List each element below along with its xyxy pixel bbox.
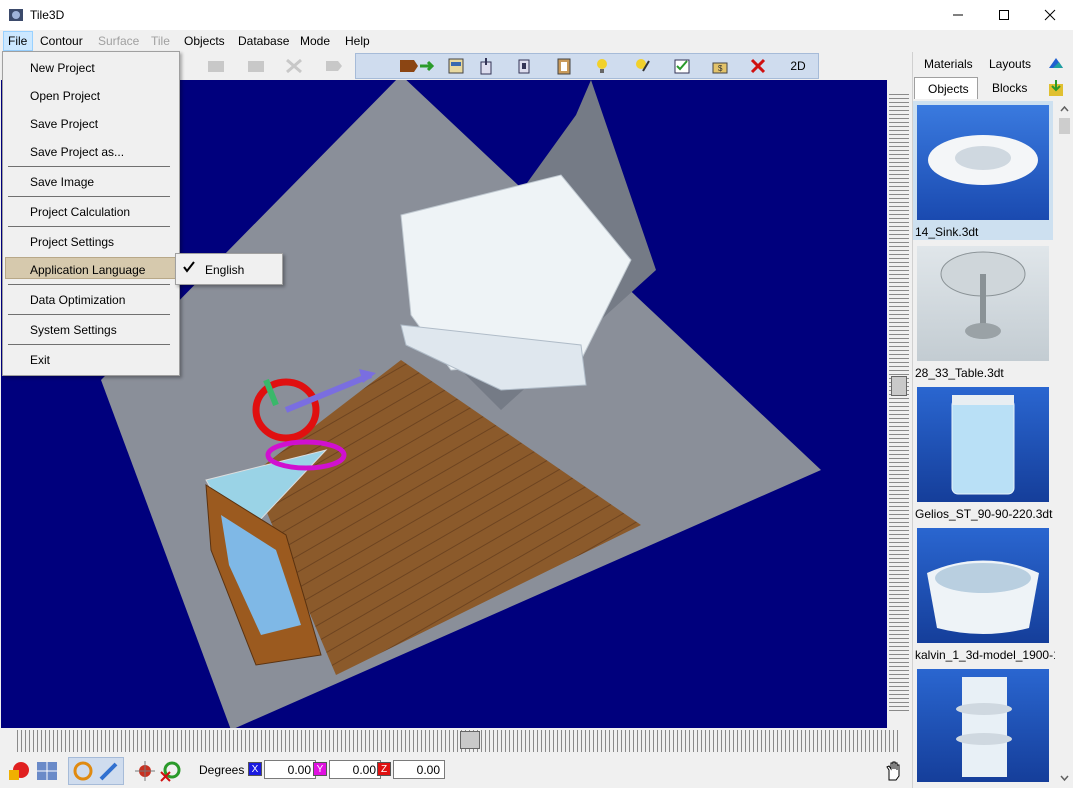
- menu-item-save-project-as[interactable]: Save Project as...: [30, 145, 124, 159]
- tool-disabled-1-icon[interactable]: [200, 53, 232, 79]
- chevron-down-icon[interactable]: [1059, 772, 1070, 784]
- object-thumb-table[interactable]: [917, 246, 1049, 361]
- tool-disabled-2-icon[interactable]: [240, 53, 272, 79]
- checklist-icon[interactable]: [666, 53, 698, 79]
- menu-separator: [8, 284, 170, 285]
- clipboard-icon[interactable]: [548, 53, 580, 79]
- menu-surface[interactable]: Surface: [98, 34, 139, 48]
- object-up-icon[interactable]: [470, 53, 502, 79]
- menu-objects[interactable]: Objects: [184, 34, 225, 48]
- tool-disabled-3-icon[interactable]: [318, 53, 350, 79]
- degrees-label: Degrees: [199, 763, 245, 777]
- menu-item-save-image[interactable]: Save Image: [30, 175, 94, 189]
- horizontal-slider[interactable]: [14, 730, 899, 752]
- tab-objects[interactable]: Objects: [928, 82, 969, 96]
- object-thumb-bathtub[interactable]: [917, 528, 1049, 643]
- import-icon[interactable]: [1045, 78, 1067, 98]
- hand-pan-icon[interactable]: [882, 758, 908, 784]
- menu-item-new-project[interactable]: New Project: [30, 61, 95, 75]
- menu-item-project-settings[interactable]: Project Settings: [30, 235, 114, 249]
- menu-separator: [8, 344, 170, 345]
- menu-item-save-project[interactable]: Save Project: [30, 117, 98, 131]
- close-button[interactable]: [1027, 0, 1073, 30]
- menu-help[interactable]: Help: [345, 34, 370, 48]
- delete-icon[interactable]: [742, 53, 774, 79]
- export-arrow-icon[interactable]: [396, 53, 440, 79]
- menu-item-system-settings[interactable]: System Settings: [30, 323, 117, 337]
- menu-separator: [8, 314, 170, 315]
- menu-separator: [8, 226, 170, 227]
- menu-file[interactable]: File: [8, 34, 27, 48]
- grid-icon[interactable]: [34, 758, 60, 784]
- title-bar: Tile3D: [0, 0, 1073, 30]
- menu-database[interactable]: Database: [238, 34, 289, 48]
- price-icon[interactable]: $: [704, 53, 736, 79]
- object-caption: 28_33_Table.3dt: [915, 366, 1004, 380]
- target-icon[interactable]: [132, 758, 158, 784]
- checkmark-icon: [182, 260, 196, 274]
- light-edit-icon[interactable]: [626, 53, 658, 79]
- object-caption: Gelios_ST_90-90-220.3dt: [915, 507, 1053, 521]
- object-thumb-shower[interactable]: [917, 387, 1049, 502]
- x-degrees-input[interactable]: 0.00: [264, 760, 316, 779]
- x-axis-badge: X: [248, 762, 262, 776]
- reset-icon[interactable]: [158, 758, 184, 784]
- svg-text:$: $: [718, 64, 723, 73]
- language-english[interactable]: English: [205, 263, 244, 277]
- menu-item-exit[interactable]: Exit: [30, 353, 50, 367]
- light-bulb-icon[interactable]: [586, 53, 618, 79]
- rotate-tool-icon[interactable]: [70, 758, 96, 784]
- menu-item-open-project[interactable]: Open Project: [30, 89, 100, 103]
- object-thumb-shower-corner[interactable]: [917, 669, 1049, 782]
- menu-contour[interactable]: Contour: [40, 34, 83, 48]
- app-icon: [9, 9, 23, 21]
- menu-item-data-optimization[interactable]: Data Optimization: [30, 293, 125, 307]
- maximize-button[interactable]: [981, 0, 1027, 30]
- vertical-scrollbar[interactable]: [889, 94, 909, 714]
- view-2d-button[interactable]: 2D: [782, 53, 814, 79]
- tab-layouts[interactable]: Layouts: [989, 57, 1031, 71]
- 3d-view-icon[interactable]: [1045, 54, 1067, 74]
- menu-item-project-calculation[interactable]: Project Calculation: [30, 205, 130, 219]
- menu-separator: [8, 196, 170, 197]
- tool-disabled-delete-icon[interactable]: [278, 53, 310, 79]
- menu-tile[interactable]: Tile: [151, 34, 170, 48]
- object-caption: 14_Sink.3dt: [915, 225, 979, 239]
- window-title: Tile3D: [30, 8, 65, 22]
- menu-separator: [8, 166, 170, 167]
- horizontal-slider-thumb[interactable]: [460, 731, 480, 749]
- panel-icon[interactable]: [440, 53, 472, 79]
- pencil-tool-icon[interactable]: [96, 758, 122, 784]
- menu-item-application-language[interactable]: Application Language: [30, 263, 145, 277]
- object-3d-icon[interactable]: [6, 758, 32, 784]
- z-axis-badge: Z: [377, 762, 391, 776]
- library-scroll-thumb[interactable]: [1059, 118, 1070, 134]
- y-degrees-input[interactable]: 0.00: [329, 760, 381, 779]
- chevron-up-icon[interactable]: [1059, 103, 1070, 115]
- z-degrees-input[interactable]: 0.00: [393, 760, 445, 779]
- object-down-icon[interactable]: [508, 53, 540, 79]
- library-scrollbar[interactable]: [1057, 101, 1071, 785]
- y-axis-badge: Y: [313, 762, 327, 776]
- vertical-scroll-thumb[interactable]: [891, 376, 907, 396]
- minimize-button[interactable]: [935, 0, 981, 30]
- object-caption: kalvin_1_3d-model_1900-105: [915, 648, 1055, 662]
- tab-blocks[interactable]: Blocks: [992, 81, 1027, 95]
- menu-mode[interactable]: Mode: [300, 34, 330, 48]
- object-thumb-sink[interactable]: [917, 105, 1049, 220]
- tab-materials[interactable]: Materials: [924, 57, 973, 71]
